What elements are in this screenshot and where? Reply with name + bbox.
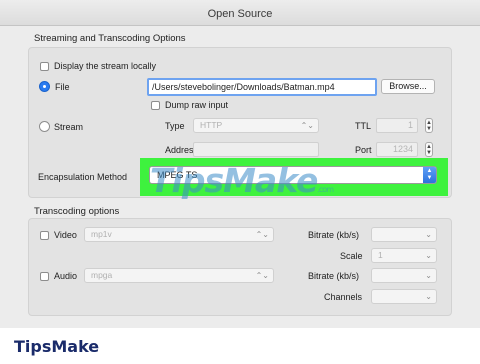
open-source-dialog: Open Source Streaming and Transcoding Op… xyxy=(0,0,480,328)
encapsulation-label: Encapsulation Method xyxy=(38,172,128,182)
display-locally-checkbox[interactable] xyxy=(40,62,49,71)
audio-bitrate-select[interactable]: ⌄ xyxy=(371,268,437,283)
type-value: HTTP xyxy=(200,120,223,130)
chevron-down-icon: ⌄ xyxy=(425,271,432,280)
chevron-updown-icon: ▲ ▼ xyxy=(423,167,436,183)
chevron-down-icon: ⌄ xyxy=(425,292,432,301)
type-label: Type xyxy=(165,121,185,131)
stream-label: Stream xyxy=(54,122,84,132)
display-locally-label: Display the stream locally xyxy=(54,61,157,71)
ttl-stepper[interactable]: ▲ ▼ xyxy=(425,118,433,133)
chevron-updown-icon: ⌃⌄ xyxy=(255,230,269,239)
footer-brand: TipsMake xyxy=(14,337,100,356)
chevron-updown-icon: ⌃⌄ xyxy=(300,121,314,130)
port-stepper[interactable]: ▲ ▼ xyxy=(425,142,433,157)
ttl-label: TTL xyxy=(355,121,372,131)
video-codec-select[interactable]: mp1v ⌃⌄ xyxy=(84,227,274,242)
video-bitrate-label: Bitrate (kb/s) xyxy=(308,230,360,240)
scale-label: Scale xyxy=(340,251,363,261)
audio-checkbox[interactable] xyxy=(40,272,49,281)
video-checkbox[interactable] xyxy=(40,231,49,240)
type-select[interactable]: HTTP ⌃⌄ xyxy=(193,118,319,133)
dump-raw-label: Dump raw input xyxy=(165,100,229,110)
video-bitrate-select[interactable]: ⌄ xyxy=(371,227,437,242)
address-field[interactable] xyxy=(193,142,319,157)
footer-bar: TipsMake xyxy=(0,328,480,364)
audio-codec-value: mpga xyxy=(91,270,113,280)
stream-radio[interactable] xyxy=(39,121,50,132)
channels-label: Channels xyxy=(324,292,363,302)
watermark-logo: TipsMake.com xyxy=(150,161,334,200)
window-title: Open Source xyxy=(207,8,273,20)
streaming-heading: Streaming and Transcoding Options xyxy=(34,33,186,44)
ttl-field[interactable]: 1 xyxy=(376,118,418,133)
dump-raw-checkbox[interactable] xyxy=(151,101,160,110)
video-label: Video xyxy=(54,230,77,240)
scale-value: 1 xyxy=(378,250,383,260)
chevron-down-icon: ⌄ xyxy=(425,251,432,260)
scale-select[interactable]: 1 ⌄ xyxy=(371,248,437,263)
video-codec-value: mp1v xyxy=(91,229,112,239)
audio-codec-select[interactable]: mpga ⌃⌄ xyxy=(84,268,274,283)
transcoding-heading: Transcoding options xyxy=(34,206,120,217)
audio-bitrate-label: Bitrate (kb/s) xyxy=(308,271,360,281)
browse-button[interactable]: Browse... xyxy=(381,79,435,94)
title-bar: Open Source xyxy=(0,0,480,26)
chevron-down-icon: ⌄ xyxy=(425,230,432,239)
chevron-updown-icon: ⌃⌄ xyxy=(255,271,269,280)
port-label: Port xyxy=(355,145,372,155)
file-label: File xyxy=(55,82,70,92)
file-radio[interactable] xyxy=(39,81,50,92)
channels-select[interactable]: ⌄ xyxy=(371,289,437,304)
port-field[interactable]: 1234 xyxy=(376,142,418,157)
audio-label: Audio xyxy=(54,271,78,281)
file-path-field[interactable]: /Users/stevebolinger/Downloads/Batman.mp… xyxy=(147,78,377,96)
